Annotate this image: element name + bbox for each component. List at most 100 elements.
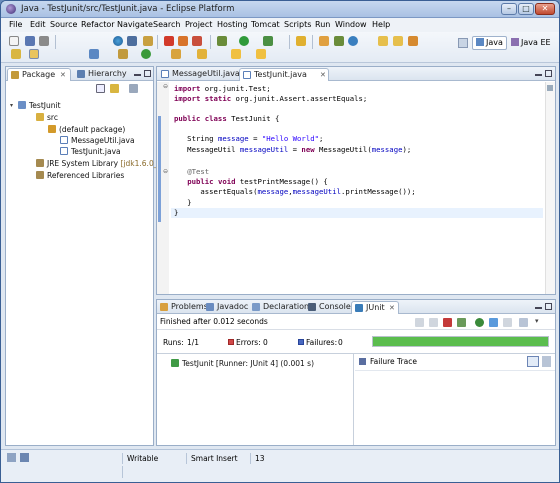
- tree-item-jre-library[interactable]: JRE System Library [jdk1.6.0_21]: [36, 159, 170, 168]
- fold-icon[interactable]: ⊖: [163, 168, 168, 175]
- forward-arrow-icon[interactable]: [256, 49, 266, 59]
- tab-junit[interactable]: JUnit ✕: [351, 301, 399, 314]
- tree-item-label: src: [47, 113, 58, 122]
- new-java-project-icon[interactable]: [89, 49, 99, 59]
- package-explorer-panel: Package ✕ Hierarchy TestJunit src (defau…: [5, 66, 170, 446]
- expand-arrow-icon[interactable]: ▾: [10, 102, 13, 109]
- trim-icon[interactable]: [20, 453, 29, 462]
- perspective-java-button[interactable]: Java: [472, 36, 507, 50]
- start-tomcat-icon[interactable]: [192, 36, 202, 46]
- save-icon[interactable]: [25, 36, 35, 46]
- rerun-failures-icon[interactable]: [489, 318, 498, 327]
- copy-trace-icon[interactable]: [542, 356, 551, 367]
- menu-tomcat[interactable]: Tomcat: [251, 20, 280, 29]
- menu-scripts[interactable]: Scripts: [284, 20, 311, 29]
- menu-run[interactable]: Run: [315, 20, 330, 29]
- tree-item-src[interactable]: src: [36, 113, 58, 122]
- tab-messageutil-java[interactable]: MessageUtil.java: [158, 68, 240, 81]
- new-file-icon[interactable]: [9, 36, 19, 46]
- show-failures-only-icon[interactable]: [443, 318, 452, 327]
- tab-javadoc[interactable]: Javadoc: [203, 301, 249, 314]
- maximize-view-icon[interactable]: [144, 70, 151, 77]
- tab-problems[interactable]: Problems: [157, 301, 208, 314]
- minimize-view-icon[interactable]: [134, 74, 141, 76]
- globe-icon[interactable]: [113, 36, 123, 46]
- open-perspective-icon[interactable]: [458, 38, 468, 48]
- grid-icon[interactable]: [334, 36, 344, 46]
- maximize-button[interactable]: □: [518, 3, 534, 15]
- tree-item-default-package[interactable]: (default package): [48, 125, 125, 134]
- maximize-view-icon[interactable]: [545, 70, 552, 77]
- fast-view-icon[interactable]: [7, 453, 16, 462]
- menu-search[interactable]: Search: [153, 20, 180, 29]
- link-with-editor-icon[interactable]: [110, 84, 119, 93]
- minimize-view-icon[interactable]: [535, 307, 542, 309]
- close-tab-icon[interactable]: ✕: [60, 69, 66, 81]
- menu-source[interactable]: Source: [50, 20, 77, 29]
- minimize-view-icon[interactable]: [535, 74, 542, 76]
- tab-console[interactable]: Console: [305, 301, 351, 314]
- menu-window[interactable]: Window: [335, 20, 367, 29]
- print-icon[interactable]: [39, 36, 49, 46]
- search-icon[interactable]: [319, 36, 329, 46]
- pen-icon[interactable]: [296, 36, 306, 46]
- bookmark-icon[interactable]: [11, 49, 21, 59]
- folder-icon[interactable]: [378, 36, 388, 46]
- new-package-icon[interactable]: [118, 49, 128, 59]
- menu-hosting[interactable]: Hosting: [217, 20, 248, 29]
- view-menu-icon[interactable]: ▾: [535, 317, 539, 325]
- test-results-tree: TestJunit [Runner: JUnit 4] (0.001 s): [157, 354, 354, 445]
- menu-help[interactable]: Help: [372, 20, 390, 29]
- menu-refactor[interactable]: Refactor: [81, 20, 115, 29]
- test-result-row[interactable]: TestJunit [Runner: JUnit 4] (0.001 s): [171, 359, 314, 368]
- perspective-javaee-button[interactable]: Java EE: [507, 36, 555, 50]
- refresh-icon[interactable]: [348, 36, 358, 46]
- stop-tomcat-icon[interactable]: [164, 36, 174, 46]
- open-folder-icon[interactable]: [393, 36, 403, 46]
- menu-file[interactable]: File: [9, 20, 22, 29]
- stop-test-icon[interactable]: [503, 318, 512, 327]
- tomcat-icon[interactable]: [143, 36, 153, 46]
- eclipse-window: Java - TestJunit/src/TestJunit.java - Ec…: [0, 0, 560, 483]
- menu-navigate[interactable]: Navigate: [117, 20, 153, 29]
- eclipse-logo-icon: [6, 4, 16, 14]
- compare-results-icon[interactable]: [527, 356, 539, 367]
- close-tab-icon[interactable]: ✕: [320, 69, 326, 81]
- tree-item-testjunit[interactable]: TestJunit.java: [60, 147, 121, 156]
- pencil-icon[interactable]: [29, 49, 39, 59]
- external-tools-icon[interactable]: [263, 36, 273, 46]
- open-type-icon[interactable]: [171, 49, 181, 59]
- overview-marker-icon[interactable]: [547, 85, 553, 91]
- test-history-icon[interactable]: [519, 318, 528, 327]
- tab-testjunit-java[interactable]: TestJunit.java ✕: [239, 68, 329, 81]
- tab-package-explorer[interactable]: Package ✕: [7, 68, 71, 81]
- collapse-all-icon[interactable]: [96, 84, 105, 93]
- back-arrow-icon[interactable]: [231, 49, 241, 59]
- menu-project[interactable]: Project: [185, 20, 212, 29]
- scroll-lock-icon[interactable]: [457, 318, 466, 327]
- close-tab-icon[interactable]: ✕: [389, 302, 395, 314]
- current-line-marker: [158, 116, 161, 222]
- restart-tomcat-icon[interactable]: [178, 36, 188, 46]
- previous-failure-icon[interactable]: [429, 318, 438, 327]
- next-failure-icon[interactable]: [415, 318, 424, 327]
- new-class-icon[interactable]: [141, 49, 151, 59]
- debug-icon[interactable]: [217, 36, 227, 46]
- tree-item-messageutil[interactable]: MessageUtil.java: [60, 136, 135, 145]
- tab-declaration[interactable]: Declaration: [249, 301, 309, 314]
- rerun-test-icon[interactable]: [475, 318, 484, 327]
- minimize-button[interactable]: –: [501, 3, 517, 15]
- maximize-view-icon[interactable]: [545, 303, 552, 310]
- tab-hierarchy[interactable]: Hierarchy: [74, 68, 132, 81]
- next-annotation-icon[interactable]: [197, 49, 207, 59]
- run-icon[interactable]: [239, 36, 249, 46]
- fold-icon[interactable]: ⊖: [163, 83, 168, 90]
- tree-item-referenced-libraries[interactable]: Referenced Libraries: [36, 171, 124, 180]
- server-icon[interactable]: [127, 36, 137, 46]
- deploy-icon[interactable]: [408, 36, 418, 46]
- tree-item-project[interactable]: TestJunit: [18, 101, 61, 110]
- menu-edit[interactable]: Edit: [30, 20, 46, 29]
- close-button[interactable]: ✕: [535, 3, 555, 15]
- keyword: new: [301, 145, 315, 154]
- view-menu-icon[interactable]: [129, 84, 138, 93]
